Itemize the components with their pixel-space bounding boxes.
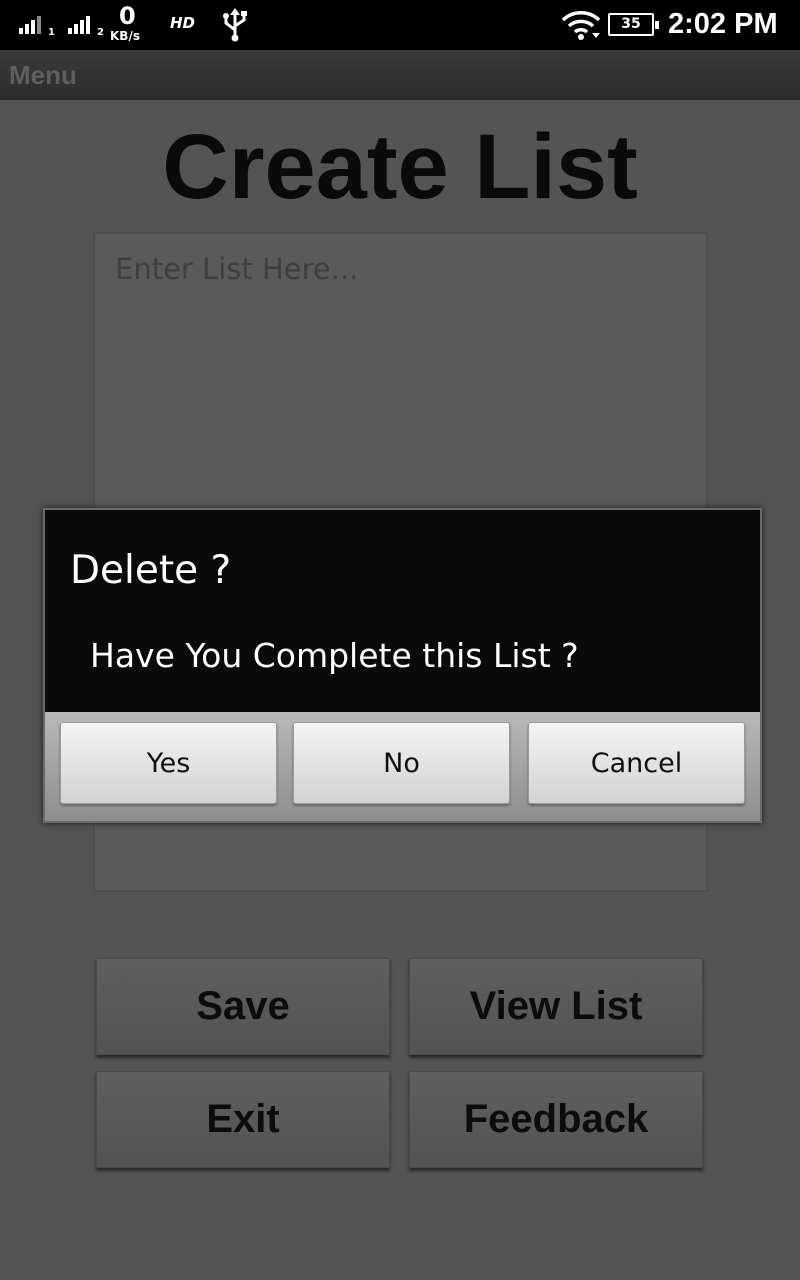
list-input-placeholder: Enter List Here... — [115, 252, 359, 286]
feedback-button[interactable]: Feedback — [409, 1071, 703, 1168]
view-list-button[interactable]: View List — [409, 958, 703, 1055]
battery-icon: 35 — [608, 13, 659, 36]
battery-level: 35 — [621, 16, 641, 32]
network-speed-value: 0 — [119, 2, 136, 30]
save-button[interactable]: Save — [96, 958, 390, 1055]
dialog-content: Delete ? Have You Complete this List ? — [45, 510, 760, 712]
status-time: 2:02 PM — [668, 8, 778, 40]
signal-icon — [19, 14, 47, 34]
no-button[interactable]: No — [293, 722, 510, 804]
dialog-message: Have You Complete this List ? — [90, 636, 579, 675]
cancel-button[interactable]: Cancel — [528, 722, 745, 804]
yes-button[interactable]: Yes — [60, 722, 277, 804]
signal-icon — [68, 14, 96, 34]
sim1-label: 1 — [48, 27, 55, 38]
wifi-icon — [561, 11, 601, 40]
action-bar — [0, 50, 800, 100]
sim2-label: 2 — [97, 27, 104, 38]
usb-icon — [223, 8, 247, 42]
page-title: Create List — [162, 116, 638, 218]
hd-label: HD — [170, 14, 196, 32]
menu-button[interactable]: Menu — [9, 60, 77, 91]
dialog-title: Delete ? — [70, 548, 232, 593]
dialog-button-bar: Yes No Cancel — [45, 712, 760, 821]
network-speed-unit: KB/s — [110, 29, 140, 43]
exit-button[interactable]: Exit — [96, 1071, 390, 1168]
status-bar: 1 2 0 KB/s HD 35 2:02 PM — [0, 0, 800, 50]
delete-dialog: Delete ? Have You Complete this List ? Y… — [43, 508, 762, 823]
